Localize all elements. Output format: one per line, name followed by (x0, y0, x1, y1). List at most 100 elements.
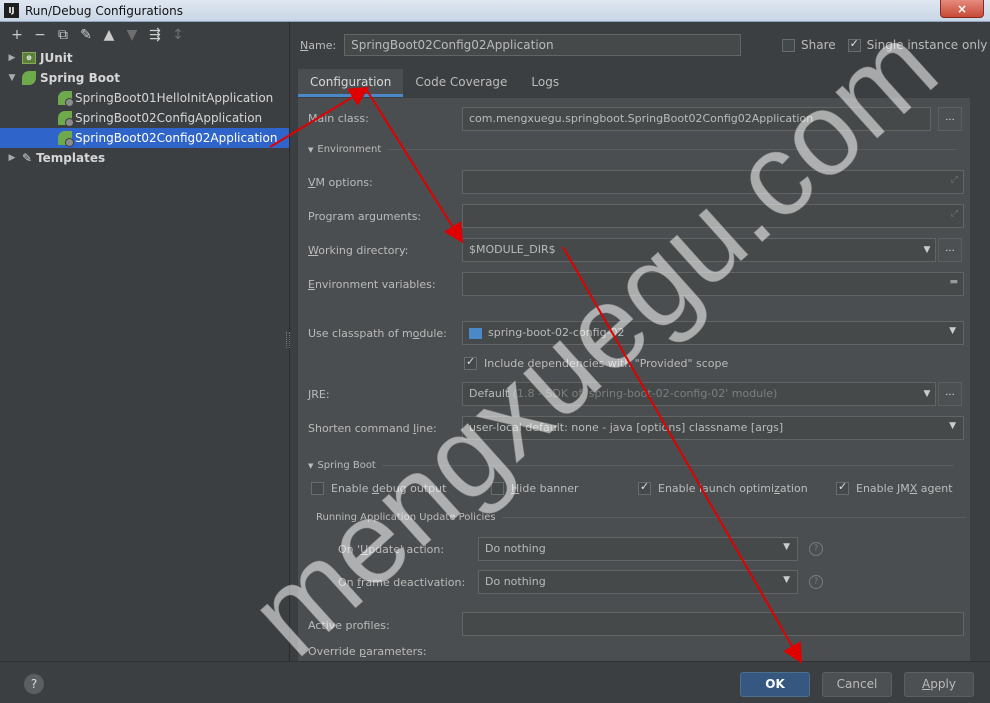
update-policies-section: Running Application Update Policies (316, 512, 966, 523)
on-update-value: Do nothing (485, 542, 546, 555)
enable-jmx-label: Enable JMX agent (856, 482, 953, 495)
main-class-input[interactable]: com.mengxuegu.springboot.SpringBoot02Con… (462, 107, 931, 131)
collapse-arrow-icon[interactable]: ▼ (6, 73, 18, 83)
expand-field-icon[interactable]: ⤢ (951, 175, 958, 185)
vm-options-input[interactable]: ⤢ (462, 170, 964, 194)
classpath-module-value: spring-boot-02-config-02 (488, 326, 625, 339)
apply-button[interactable]: Apply (904, 672, 974, 697)
configuration-panel: Main class: com.mengxuegu.springboot.Spr… (298, 98, 970, 661)
name-input[interactable]: SpringBoot02Config02Application (344, 34, 742, 56)
on-frame-value: Do nothing (485, 575, 546, 588)
on-frame-label: On frame deactivation: (338, 576, 466, 589)
expand-field-icon[interactable]: ⤢ (951, 209, 958, 219)
sort-icon[interactable]: ↕ (171, 28, 185, 42)
spring-boot-icon (22, 71, 36, 85)
program-arguments-input[interactable]: ⤢ (462, 204, 964, 228)
tree-item-spring-boot[interactable]: ▼ Spring Boot (0, 68, 289, 88)
tree-item-junit[interactable]: ▶ ⊕ JUnit (0, 48, 289, 68)
cancel-button[interactable]: Cancel (822, 672, 892, 697)
jre-browse-button[interactable]: ... (938, 382, 962, 406)
help-icon[interactable]: ? (809, 542, 823, 556)
program-arguments-label: Program arguments: (308, 210, 422, 223)
collapse-arrow-icon: ▼ (308, 145, 314, 154)
hide-banner-option[interactable]: Hide banner (491, 482, 579, 495)
environment-section[interactable]: ▼ Environment (308, 144, 958, 155)
section-title: Environment (317, 144, 382, 155)
chevron-down-icon[interactable]: ▼ (918, 383, 936, 405)
ok-button[interactable]: OK (740, 672, 810, 697)
active-profiles-input[interactable] (462, 612, 964, 636)
help-button[interactable]: ? (24, 674, 44, 694)
remove-icon[interactable]: − (33, 28, 47, 42)
enable-debug-label: Enable debug output (331, 482, 447, 495)
chevron-down-icon[interactable]: ▼ (918, 239, 936, 261)
configuration-tree-panel: + − ⧉ ✎ ▲ ▼ ⇶ ↕ ▶ ⊕ JUnit ▼ Spring Boot … (0, 22, 289, 661)
close-button[interactable]: × (940, 0, 984, 18)
main-class-label: Main class: (308, 112, 369, 125)
tree-item-config[interactable]: SpringBoot01HelloInitApplication (0, 88, 289, 108)
name-row: Name: SpringBoot02Config02Application (300, 34, 742, 56)
enable-jmx-option[interactable]: Enable JMX agent (836, 480, 953, 495)
active-profiles-label: Active profiles: (308, 619, 390, 632)
on-frame-select[interactable]: Do nothing ▼ (478, 570, 798, 594)
tree-item-label: SpringBoot01HelloInitApplication (75, 91, 274, 105)
hide-banner-checkbox[interactable] (491, 482, 504, 495)
divider (501, 517, 966, 518)
enable-launch-checkbox[interactable] (638, 480, 651, 495)
single-instance-label: Single instance only (866, 38, 988, 52)
classpath-module-select[interactable]: spring-boot-02-config-02 ▼ (462, 321, 964, 345)
chevron-down-icon: ▼ (949, 421, 956, 431)
copy-icon[interactable]: ⧉ (56, 28, 70, 42)
tab-logs[interactable]: Logs (519, 69, 571, 97)
include-provided-checkbox[interactable] (464, 355, 477, 370)
tree-item-config-selected[interactable]: SpringBoot02Config02Application (0, 128, 289, 148)
editor-tabs: Configuration Code Coverage Logs (298, 69, 571, 97)
single-instance-checkbox[interactable] (847, 37, 861, 52)
section-title: Spring Boot (317, 460, 376, 471)
junit-icon: ⊕ (22, 52, 36, 64)
enable-jmx-checkbox[interactable] (836, 480, 849, 495)
move-down-icon[interactable]: ▼ (125, 28, 139, 42)
enable-debug-option[interactable]: Enable debug output (311, 482, 446, 495)
working-directory-label: Working directory: (308, 244, 409, 257)
override-parameters-label: Override parameters: (308, 645, 427, 658)
folder-browse-icon[interactable]: ▬ (949, 277, 958, 287)
enable-launch-option[interactable]: Enable launch optimization (638, 480, 808, 495)
tree-item-label: Templates (36, 151, 106, 165)
on-update-select[interactable]: Do nothing ▼ (478, 537, 798, 561)
help-icon[interactable]: ? (809, 575, 823, 589)
environment-variables-input[interactable]: ▬ (462, 272, 964, 296)
chevron-down-icon: ▼ (949, 326, 956, 336)
shorten-command-select[interactable]: user-local default: none - java [options… (462, 416, 964, 440)
divider (381, 465, 954, 466)
add-icon[interactable]: + (10, 28, 24, 42)
window-title: Run/Debug Configurations (25, 3, 183, 18)
shorten-command-label: Shorten command line: (308, 422, 437, 435)
working-directory-browse-button[interactable]: ... (938, 238, 962, 262)
vm-options-label: VM options: (308, 176, 373, 189)
tree-item-templates[interactable]: ▶ ✎ Templates (0, 148, 289, 168)
tab-configuration[interactable]: Configuration (298, 69, 404, 97)
expand-arrow-icon[interactable]: ▶ (6, 53, 18, 63)
tree-item-config[interactable]: SpringBoot02ConfigApplication (0, 108, 289, 128)
hide-banner-label: Hide banner (511, 482, 579, 495)
dialog-footer: ? OK Cancel Apply (0, 661, 990, 703)
divider (387, 149, 958, 150)
main-class-browse-button[interactable]: ... (938, 107, 962, 131)
include-provided-label: Include dependencies with "Provided" sco… (484, 357, 729, 370)
spring-boot-section[interactable]: ▼ Spring Boot (308, 460, 954, 471)
working-directory-input[interactable]: $MODULE_DIR$ (462, 238, 936, 262)
edit-defaults-icon[interactable]: ✎ (79, 28, 93, 42)
folder-icon[interactable]: ⇶ (148, 28, 162, 42)
expand-arrow-icon[interactable]: ▶ (6, 153, 18, 163)
collapse-arrow-icon: ▼ (308, 461, 314, 470)
tree-item-label: Spring Boot (40, 71, 120, 85)
tab-code-coverage[interactable]: Code Coverage (403, 69, 519, 97)
move-up-icon[interactable]: ▲ (102, 28, 116, 42)
tree-toolbar: + − ⧉ ✎ ▲ ▼ ⇶ ↕ (0, 22, 289, 48)
enable-debug-checkbox[interactable] (311, 482, 324, 495)
include-provided-option[interactable]: Include dependencies with "Provided" sco… (464, 355, 729, 370)
jre-select[interactable]: Default (1.8 - SDK of 'spring-boot-02-co… (462, 382, 936, 406)
share-checkbox[interactable] (782, 38, 795, 52)
tree-item-label: SpringBoot02Config02Application (75, 131, 278, 145)
